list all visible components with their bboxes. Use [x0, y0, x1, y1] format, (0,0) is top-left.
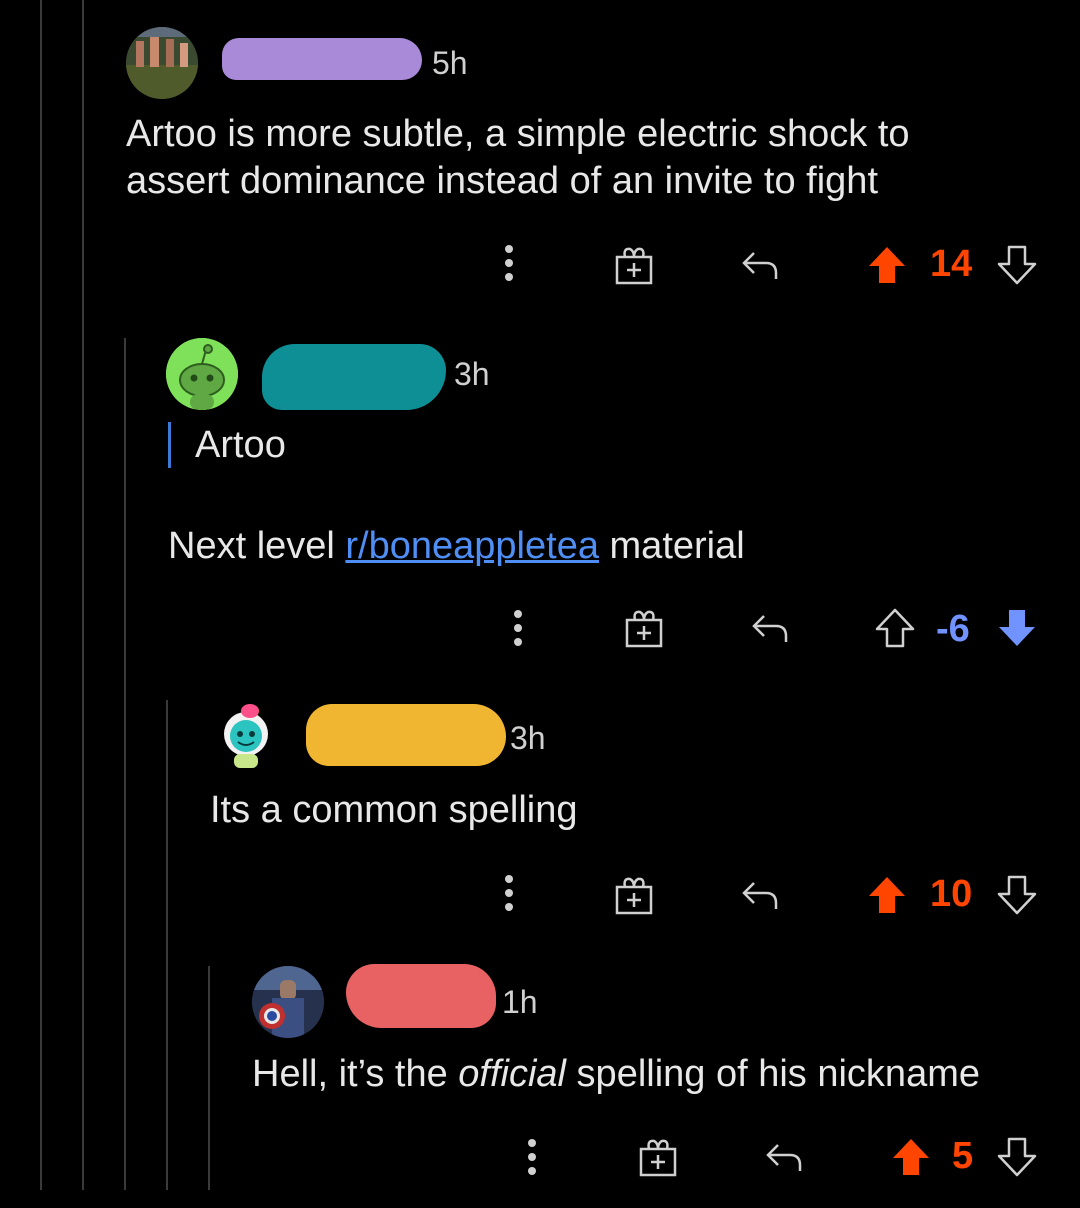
- user-avatar[interactable]: [252, 966, 324, 1038]
- downvote-arrow-icon[interactable]: [994, 241, 1040, 289]
- comment-timestamp: 3h: [510, 720, 546, 756]
- quote-bar: [168, 422, 171, 468]
- comment-actions: 5: [0, 1127, 1080, 1187]
- reply-icon[interactable]: [760, 1133, 808, 1181]
- vote-score: 5: [952, 1135, 974, 1177]
- more-options-icon[interactable]: [494, 233, 524, 293]
- user-avatar[interactable]: [126, 27, 198, 99]
- comment-body-text: Next level: [168, 525, 346, 567]
- more-options-icon[interactable]: [503, 598, 533, 658]
- comment: 3h Artoo Next level r/boneappletea mater…: [0, 320, 1080, 680]
- subreddit-link[interactable]: r/boneappletea: [345, 525, 599, 567]
- censored-username[interactable]: [262, 344, 446, 410]
- comment-body-emphasis: official: [458, 1053, 566, 1095]
- censored-username[interactable]: [222, 38, 422, 80]
- avatar-image: [252, 966, 324, 1038]
- award-gift-icon[interactable]: [610, 871, 658, 919]
- comment-timestamp: 3h: [454, 356, 490, 392]
- vote-score: -6: [936, 608, 970, 650]
- downvote-arrow-icon[interactable]: [994, 871, 1040, 919]
- upvote-arrow-icon[interactable]: [864, 871, 910, 919]
- comment-body: Its a common spelling: [210, 789, 578, 831]
- comment: 1h Hell, it’s the official spelling of h…: [0, 950, 1080, 1208]
- comment-actions: -6: [0, 598, 1080, 658]
- avatar-image: [210, 698, 282, 770]
- comment-body-text: material: [598, 525, 745, 567]
- comment: 5h Artoo is more subtle, a simple electr…: [0, 0, 1080, 320]
- comment-timestamp: 5h: [432, 45, 468, 81]
- censored-username[interactable]: [346, 964, 496, 1028]
- comment-actions: 14: [0, 233, 1080, 293]
- comment-actions: 10: [0, 863, 1080, 923]
- upvote-arrow-icon[interactable]: [864, 241, 910, 289]
- quoted-text: Artoo: [195, 424, 286, 466]
- comment-body-text: spelling of his nickname: [566, 1053, 980, 1095]
- reply-icon[interactable]: [736, 871, 784, 919]
- comment: 3h Its a common spelling 10: [0, 680, 1080, 950]
- comment-body-text: Hell, it’s the: [252, 1053, 459, 1095]
- award-gift-icon[interactable]: [634, 1133, 682, 1181]
- comment-body-line: assert dominance instead of an invite to…: [126, 160, 879, 202]
- downvote-arrow-icon[interactable]: [994, 604, 1040, 652]
- more-options-icon[interactable]: [517, 1127, 547, 1187]
- reply-icon[interactable]: [736, 241, 784, 289]
- award-gift-icon[interactable]: [610, 241, 658, 289]
- censored-username[interactable]: [306, 704, 506, 766]
- user-avatar[interactable]: [166, 338, 238, 410]
- user-avatar[interactable]: [210, 698, 282, 770]
- avatar-image: [126, 27, 198, 99]
- comment-body: Artoo is more subtle, a simple electric …: [126, 111, 910, 205]
- vote-score: 10: [930, 873, 973, 915]
- reply-icon[interactable]: [746, 604, 794, 652]
- comment-body: Hell, it’s the official spelling of his …: [252, 1051, 980, 1098]
- comment-body-line: Artoo is more subtle, a simple electric …: [126, 113, 910, 155]
- upvote-arrow-icon[interactable]: [888, 1133, 934, 1181]
- award-gift-icon[interactable]: [620, 604, 668, 652]
- downvote-arrow-icon[interactable]: [994, 1133, 1040, 1181]
- avatar-image: [166, 338, 238, 410]
- comment-body: Next level r/boneappletea material: [168, 523, 745, 570]
- more-options-icon[interactable]: [494, 863, 524, 923]
- vote-score: 14: [930, 243, 973, 285]
- upvote-arrow-icon[interactable]: [872, 604, 918, 652]
- comment-timestamp: 1h: [502, 984, 538, 1020]
